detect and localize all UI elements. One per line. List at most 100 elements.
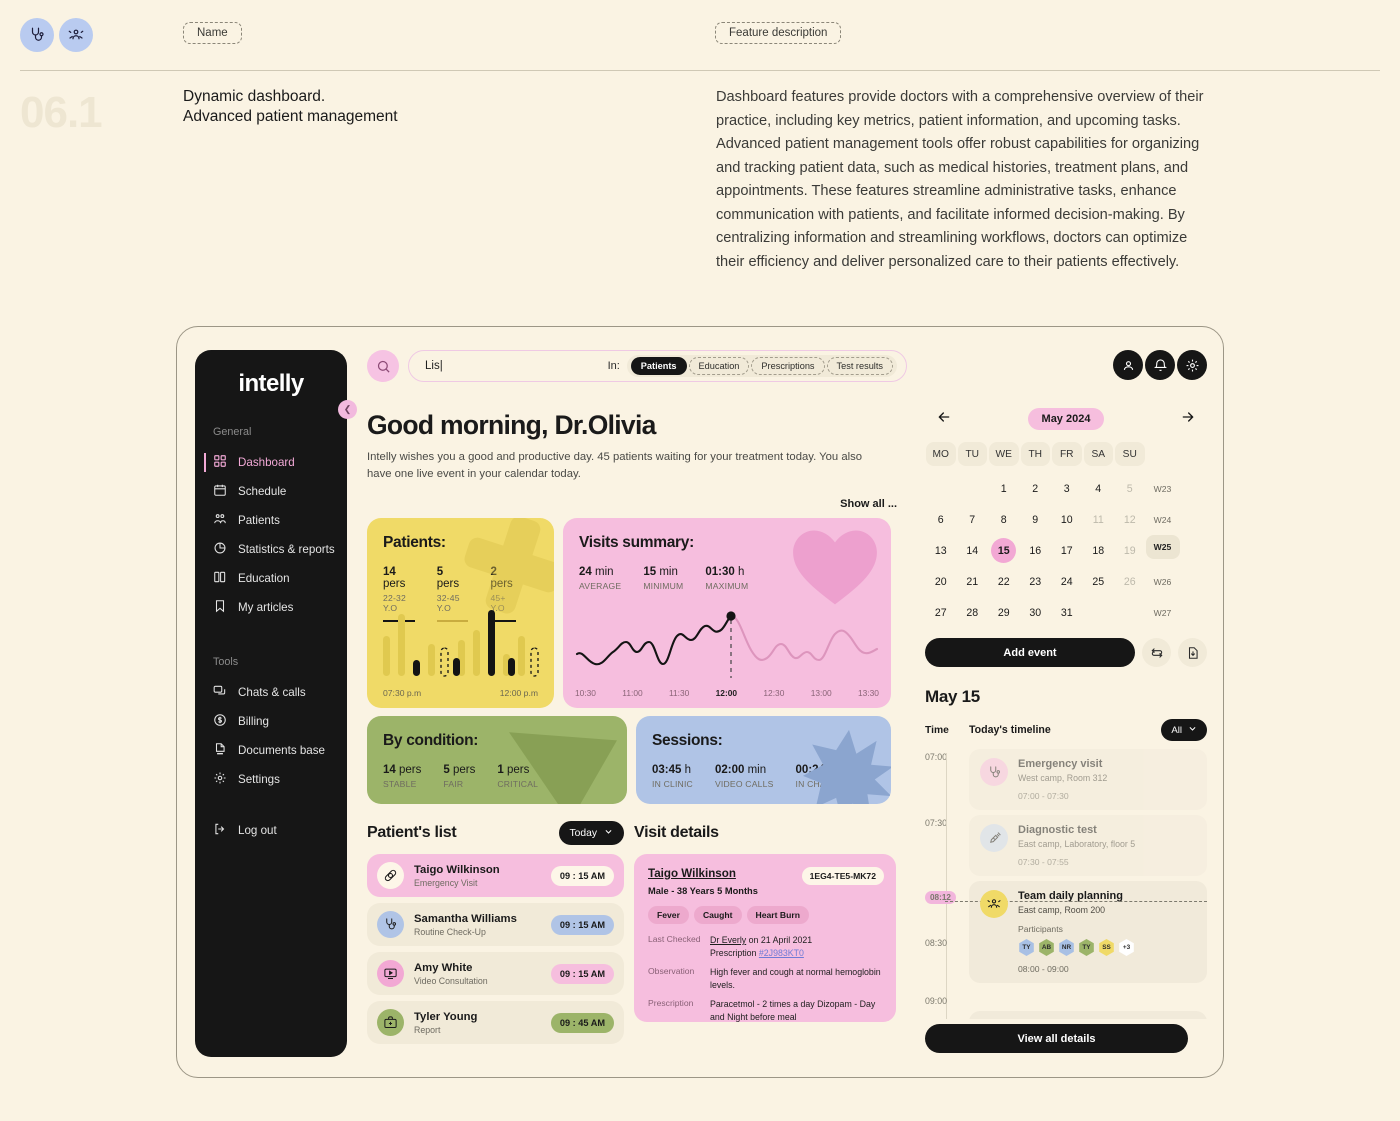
filter-chip-prescriptions[interactable]: Prescriptions [751, 357, 825, 375]
symptom-tag: Heart Burn [746, 906, 809, 924]
sidebar-collapse-icon[interactable]: ❮ [338, 400, 357, 419]
sidebar-item-chats-calls[interactable]: Chats & calls [195, 678, 347, 707]
greeting-title: Good morning, Dr.Olivia [367, 410, 656, 440]
metric-unit: h [738, 566, 745, 578]
timeline-event-card[interactable]: Emergency visit West camp, Room 312 07:0… [969, 749, 1207, 810]
sidebar-item-statistics[interactable]: Statistics & reports [195, 535, 347, 564]
sidebar-item-settings[interactable]: Settings [195, 765, 347, 794]
visit-details-header: Visit details [634, 818, 896, 848]
calendar-day[interactable]: 18 [1083, 535, 1115, 566]
search-in-label: In: [607, 360, 620, 372]
calendar-day[interactable] [925, 473, 957, 504]
filter-chip-test-results[interactable]: Test results [826, 357, 893, 375]
calendar-day[interactable]: 21 [957, 566, 989, 597]
avatar: TY [1019, 939, 1034, 956]
download-file-icon[interactable] [1178, 638, 1207, 667]
next-month-icon[interactable] [1178, 409, 1198, 430]
sidebar-item-label: Patients [238, 514, 280, 527]
field-key: Observation [648, 966, 695, 976]
filter-chip-patients[interactable]: Patients [630, 357, 687, 375]
calendar-day[interactable] [957, 473, 989, 504]
refresh-icon[interactable] [1142, 638, 1171, 667]
calendar-day-selected[interactable]: 15 [988, 535, 1020, 566]
calendar-day[interactable]: 14 [957, 535, 989, 566]
timeline-event[interactable]: 07:00 Emergency visit West camp, Room 31… [925, 749, 1207, 810]
calendar-day[interactable]: 27 [925, 597, 957, 628]
timeline-event[interactable]: 08:00 08:12 08:30 09:00 Team daily plann… [925, 881, 1207, 1006]
show-all-link[interactable]: Show all ... [367, 498, 897, 510]
calendar-day[interactable]: 8 [988, 504, 1020, 535]
sidebar-item-documents-base[interactable]: Documents base [195, 736, 347, 765]
calendar-day[interactable]: 23 [1020, 566, 1052, 597]
timeline-filter-label: All [1171, 724, 1182, 736]
calendar-day[interactable]: 13 [925, 535, 957, 566]
timeline-event-card[interactable]: Diagnostic test East camp, Laboratory, f… [969, 815, 1207, 876]
calendar-day[interactable]: 25 [1083, 566, 1115, 597]
calendar-day[interactable]: 22 [988, 566, 1020, 597]
x-start: 07:30 p.m [383, 688, 422, 698]
calendar-day[interactable]: 12 [1114, 504, 1146, 535]
calendar-day[interactable]: 11 [1083, 504, 1115, 535]
today-filter-dropdown[interactable]: Today [558, 821, 624, 845]
sidebar-item-schedule[interactable]: Schedule [195, 477, 347, 506]
list-item[interactable]: Taigo Wilkinson Emergency Visit 09 : 15 … [367, 854, 624, 897]
calendar-day[interactable]: 10 [1051, 504, 1083, 535]
list-item[interactable]: Amy White Video Consultation 09 : 15 AM [367, 952, 624, 995]
calendar-day[interactable]: 19 [1114, 535, 1146, 566]
calendar-day[interactable]: 17 [1051, 535, 1083, 566]
timeline-event-card[interactable]: Emergency visit West camp, Room 312 09:0… [969, 1011, 1207, 1019]
view-all-details-button[interactable]: View all details [925, 1024, 1188, 1053]
calendar-day[interactable]: 16 [1020, 535, 1052, 566]
search-input[interactable]: Lis| In: Patients Education Prescription… [408, 350, 907, 382]
calendar-day[interactable]: 6 [925, 504, 957, 535]
calendar-day[interactable]: 24 [1051, 566, 1083, 597]
sidebar-item-my-articles[interactable]: My articles [195, 593, 347, 622]
prev-month-icon[interactable] [934, 409, 954, 430]
calendar-day[interactable]: 3 [1051, 473, 1083, 504]
sidebar-item-education[interactable]: Education [195, 564, 347, 593]
prescription-link[interactable]: #2J983KT0 [759, 948, 804, 958]
dow-label: SA [1083, 442, 1113, 466]
calendar-day[interactable]: 5 [1114, 473, 1146, 504]
timeline-filter-dropdown[interactable]: All [1161, 719, 1207, 741]
timeline-event-card[interactable]: Team daily planning East camp, Room 200 … [945, 881, 1207, 983]
timeline-event[interactable]: Emergency visit West camp, Room 312 09:0… [925, 1011, 1207, 1019]
metric: 24 min AVERAGE [579, 566, 621, 591]
field-value: High fever and cough at normal hemoglobi… [710, 967, 881, 990]
add-event-button[interactable]: Add event [925, 638, 1135, 667]
by-condition-card: By condition: 14 pers STABLE 5 pers FAIR… [367, 716, 627, 804]
calendar-actions: Add event [925, 638, 1207, 667]
list-item[interactable]: Tyler Young Report 09 : 45 AM [367, 1001, 624, 1044]
timeline-event[interactable]: 07:30 Diagnostic test East camp, Laborat… [925, 815, 1207, 876]
sidebar-item-dashboard[interactable]: Dashboard [195, 448, 347, 477]
calendar-day[interactable]: 20 [925, 566, 957, 597]
calendar-day[interactable]: 31 [1051, 597, 1083, 628]
search-icon[interactable] [367, 350, 399, 382]
patient-time: 09 : 15 AM [550, 963, 614, 984]
avatar-overflow[interactable]: +3 [1119, 939, 1134, 956]
x-tick-highlight: 12:00 [715, 688, 738, 698]
calendar-day[interactable]: 26 [1114, 566, 1146, 597]
sidebar-item-patients[interactable]: Patients [195, 506, 347, 535]
calendar-day[interactable]: 2 [1020, 473, 1052, 504]
list-item[interactable]: Samantha Williams Routine Check-Up 09 : … [367, 903, 624, 946]
sidebar-item-billing[interactable]: Billing [195, 707, 347, 736]
sidebar-section-tools: Tools [213, 656, 239, 668]
calendar-day[interactable]: 4 [1083, 473, 1115, 504]
calendar-day[interactable]: 1 [988, 473, 1020, 504]
sidebar-item-label: Chats & calls [238, 686, 306, 699]
metric-value: 01:30 [705, 566, 735, 578]
timeline-time-mark [925, 1011, 969, 1019]
dow-label: TU [957, 442, 987, 466]
calendar-day[interactable]: 29 [988, 597, 1020, 628]
calendar-day[interactable]: 7 [957, 504, 989, 535]
calendar-day[interactable]: 28 [957, 597, 989, 628]
timeline-event-name: Emergency visit [1018, 758, 1103, 770]
metric-value: 02:00 [714, 764, 745, 776]
sidebar-item-logout[interactable]: Log out [195, 816, 347, 845]
calendar-day[interactable]: 30 [1020, 597, 1052, 628]
calendar-month-label[interactable]: May 2024 [1027, 408, 1105, 430]
calendar-day[interactable]: 9 [1020, 504, 1052, 535]
filter-chip-education[interactable]: Education [688, 357, 750, 375]
